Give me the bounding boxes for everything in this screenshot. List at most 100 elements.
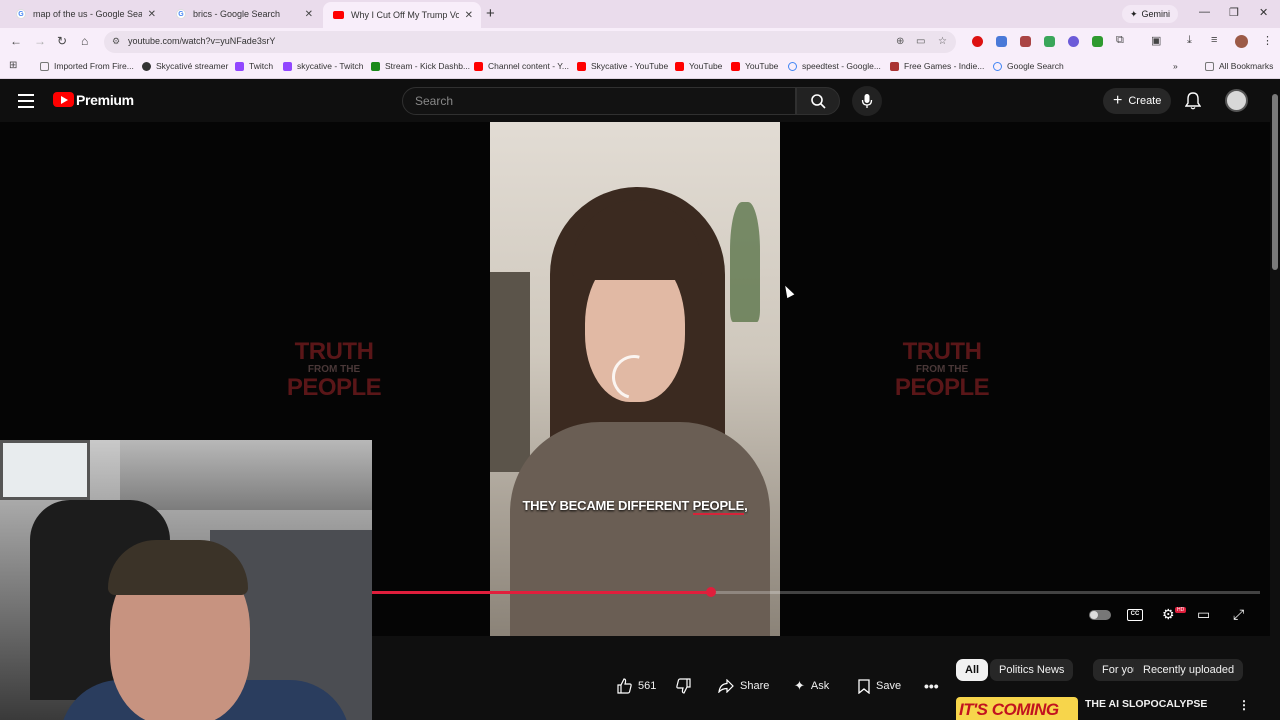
gemini-button[interactable]: ✦ Gemini xyxy=(1122,5,1179,23)
download-icon[interactable]: ⤓ xyxy=(1187,34,1192,47)
download-extension-icon[interactable] xyxy=(1092,36,1103,47)
youtube-header: Premium + Create xyxy=(0,80,1270,122)
home-icon[interactable]: ⌂ xyxy=(81,34,88,48)
hamburger-menu-icon[interactable] xyxy=(18,94,34,112)
webcam-person-hair xyxy=(108,540,248,595)
back-arrow-icon[interactable]: ← xyxy=(10,34,22,48)
background-plant xyxy=(730,202,760,322)
search-icon xyxy=(811,94,826,109)
progress-bar[interactable] xyxy=(372,587,1260,597)
bookmark-item[interactable]: YouTube xyxy=(731,61,778,71)
chip-all[interactable]: All xyxy=(956,659,989,681)
all-bookmarks-folder[interactable]: All Bookmarks xyxy=(1205,61,1273,71)
browser-tab-active[interactable]: Why I Cut Off My Trump Voting ✕ xyxy=(323,2,481,28)
microphone-icon xyxy=(861,94,873,108)
side-panel-icon[interactable]: ▣ xyxy=(1151,34,1161,47)
browser-tab[interactable]: G brics - Google Search ✕ xyxy=(166,3,321,25)
tab-title: Why I Cut Off My Trump Voting xyxy=(351,10,459,20)
address-bar[interactable]: ⚙ youtube.com/watch?v=yuNFade3srY ⊕ ▭ ☆ xyxy=(104,31,956,53)
sparkle-icon: ✦ xyxy=(1130,8,1138,19)
dislike-button[interactable] xyxy=(676,678,692,694)
share-arrow-icon xyxy=(718,679,734,693)
settings-gear-icon[interactable]: ⚙ xyxy=(1162,606,1175,623)
kebab-menu-icon[interactable]: ⋮ xyxy=(1262,34,1273,47)
fullscreen-icon[interactable]: ⤢ xyxy=(1233,606,1244,623)
gemini-label: Gemini xyxy=(1141,9,1171,19)
tab-title: brics - Google Search xyxy=(193,9,281,19)
star-icon[interactable]: ☆ xyxy=(938,36,947,47)
extension-icon[interactable] xyxy=(1020,36,1031,47)
more-actions-icon[interactable]: ••• xyxy=(924,678,939,694)
bookmark-save-icon xyxy=(858,678,870,694)
scrollbar-thumb[interactable] xyxy=(1272,94,1278,270)
thumbs-down-icon xyxy=(676,678,691,694)
extension-icon[interactable] xyxy=(996,36,1007,47)
recommended-video-thumbnail[interactable]: IT'S COMING xyxy=(956,697,1078,720)
restore-icon[interactable]: ❐ xyxy=(1229,6,1239,19)
like-button[interactable]: 561 xyxy=(616,678,656,694)
youtube-brand-label[interactable]: Premium xyxy=(76,92,134,108)
new-tab-button[interactable]: + xyxy=(486,6,495,21)
speaker-hoodie xyxy=(510,422,770,636)
bookmark-item[interactable]: Imported From Fire... xyxy=(40,61,134,71)
bookmark-item[interactable]: Free Games - Indie... xyxy=(890,61,984,71)
bookmark-item[interactable]: YouTube xyxy=(675,61,722,71)
media-control-icon[interactable]: ≡ xyxy=(1211,34,1217,46)
zoom-icon[interactable]: ⊕ xyxy=(896,36,904,47)
minimize-icon[interactable]: — xyxy=(1199,6,1210,18)
folder-icon xyxy=(1205,61,1214,71)
youtube-logo-icon[interactable] xyxy=(53,92,74,107)
bookmark-item[interactable]: Twitch xyxy=(235,61,273,71)
close-icon[interactable]: ✕ xyxy=(148,9,156,20)
save-button[interactable]: Save xyxy=(858,678,901,694)
notifications-bell-icon[interactable] xyxy=(1185,92,1201,110)
close-window-icon[interactable]: ✕ xyxy=(1259,6,1268,19)
google-icon: G xyxy=(176,9,186,19)
profile-avatar[interactable] xyxy=(1235,35,1248,48)
captions-icon[interactable]: CC xyxy=(1127,609,1143,621)
ask-button[interactable]: ✦ Ask xyxy=(794,678,829,694)
bookmark-item[interactable]: Stream - Kick Dashb... xyxy=(371,61,470,71)
search-box[interactable] xyxy=(402,87,796,115)
bookmark-item[interactable]: Skycativé streamer xyxy=(142,61,228,71)
bookmark-item[interactable]: Skycative - YouTube xyxy=(577,61,668,71)
account-avatar[interactable] xyxy=(1225,89,1248,112)
search-input[interactable] xyxy=(415,94,775,108)
bookmark-item[interactable]: Google Search xyxy=(993,61,1064,71)
url-text: youtube.com/watch?v=yuNFade3srY xyxy=(128,36,276,46)
chip-politics-news[interactable]: Politics News xyxy=(990,659,1074,681)
thumbnail-text: IT'S COMING xyxy=(959,700,1059,719)
browser-tab[interactable]: G map of the us - Google Search ✕ xyxy=(6,3,164,25)
background-shelf xyxy=(490,272,530,472)
reload-icon[interactable]: ↻ xyxy=(57,34,67,48)
extension-icon[interactable] xyxy=(1068,36,1079,47)
forward-arrow-icon[interactable]: → xyxy=(34,34,46,48)
cast-icon[interactable]: ▭ xyxy=(916,36,925,47)
bookmark-item[interactable]: speedtest - Google... xyxy=(788,61,881,71)
close-icon[interactable]: ✕ xyxy=(305,9,313,20)
thumbs-up-icon xyxy=(617,678,632,694)
search-button[interactable] xyxy=(796,87,840,115)
apps-grid-icon[interactable]: ⊞ xyxy=(9,60,17,71)
bookmark-item[interactable]: Channel content - Y... xyxy=(474,61,569,71)
chip-recently-uploaded[interactable]: Recently uploaded xyxy=(1134,659,1244,681)
extensions-puzzle-icon[interactable]: ⧉ xyxy=(1116,34,1124,47)
create-button[interactable]: + Create xyxy=(1103,88,1172,114)
close-icon[interactable]: ✕ xyxy=(465,10,473,21)
chevron-double-right-icon[interactable]: » xyxy=(1173,61,1178,71)
autoplay-toggle[interactable] xyxy=(1089,610,1111,620)
bookmark-item[interactable]: skycative - Twitch xyxy=(283,61,363,71)
page-scrollbar[interactable] xyxy=(1270,80,1280,720)
video-caption: THEY BECAME DIFFERENT PEOPLE, xyxy=(522,498,748,515)
extension-icon[interactable] xyxy=(1044,36,1055,47)
kebab-menu-icon[interactable]: ⋮ xyxy=(1238,698,1250,712)
browser-toolbar: ← → ↻ ⌂ ⚙ youtube.com/watch?v=yuNFade3sr… xyxy=(0,28,1280,56)
opera-extension-icon[interactable] xyxy=(972,36,983,47)
bookmarks-bar: ⊞ Imported From Fire... Skycativé stream… xyxy=(0,56,1280,79)
site-info-icon[interactable]: ⚙ xyxy=(112,36,120,47)
recommended-video-title[interactable]: THE AI SLOPOCALYPSE xyxy=(1085,698,1207,710)
miniplayer-icon[interactable]: ▭ xyxy=(1197,606,1210,623)
voice-search-button[interactable] xyxy=(852,86,882,116)
share-button[interactable]: Share xyxy=(718,678,769,694)
save-label: Save xyxy=(876,680,902,692)
